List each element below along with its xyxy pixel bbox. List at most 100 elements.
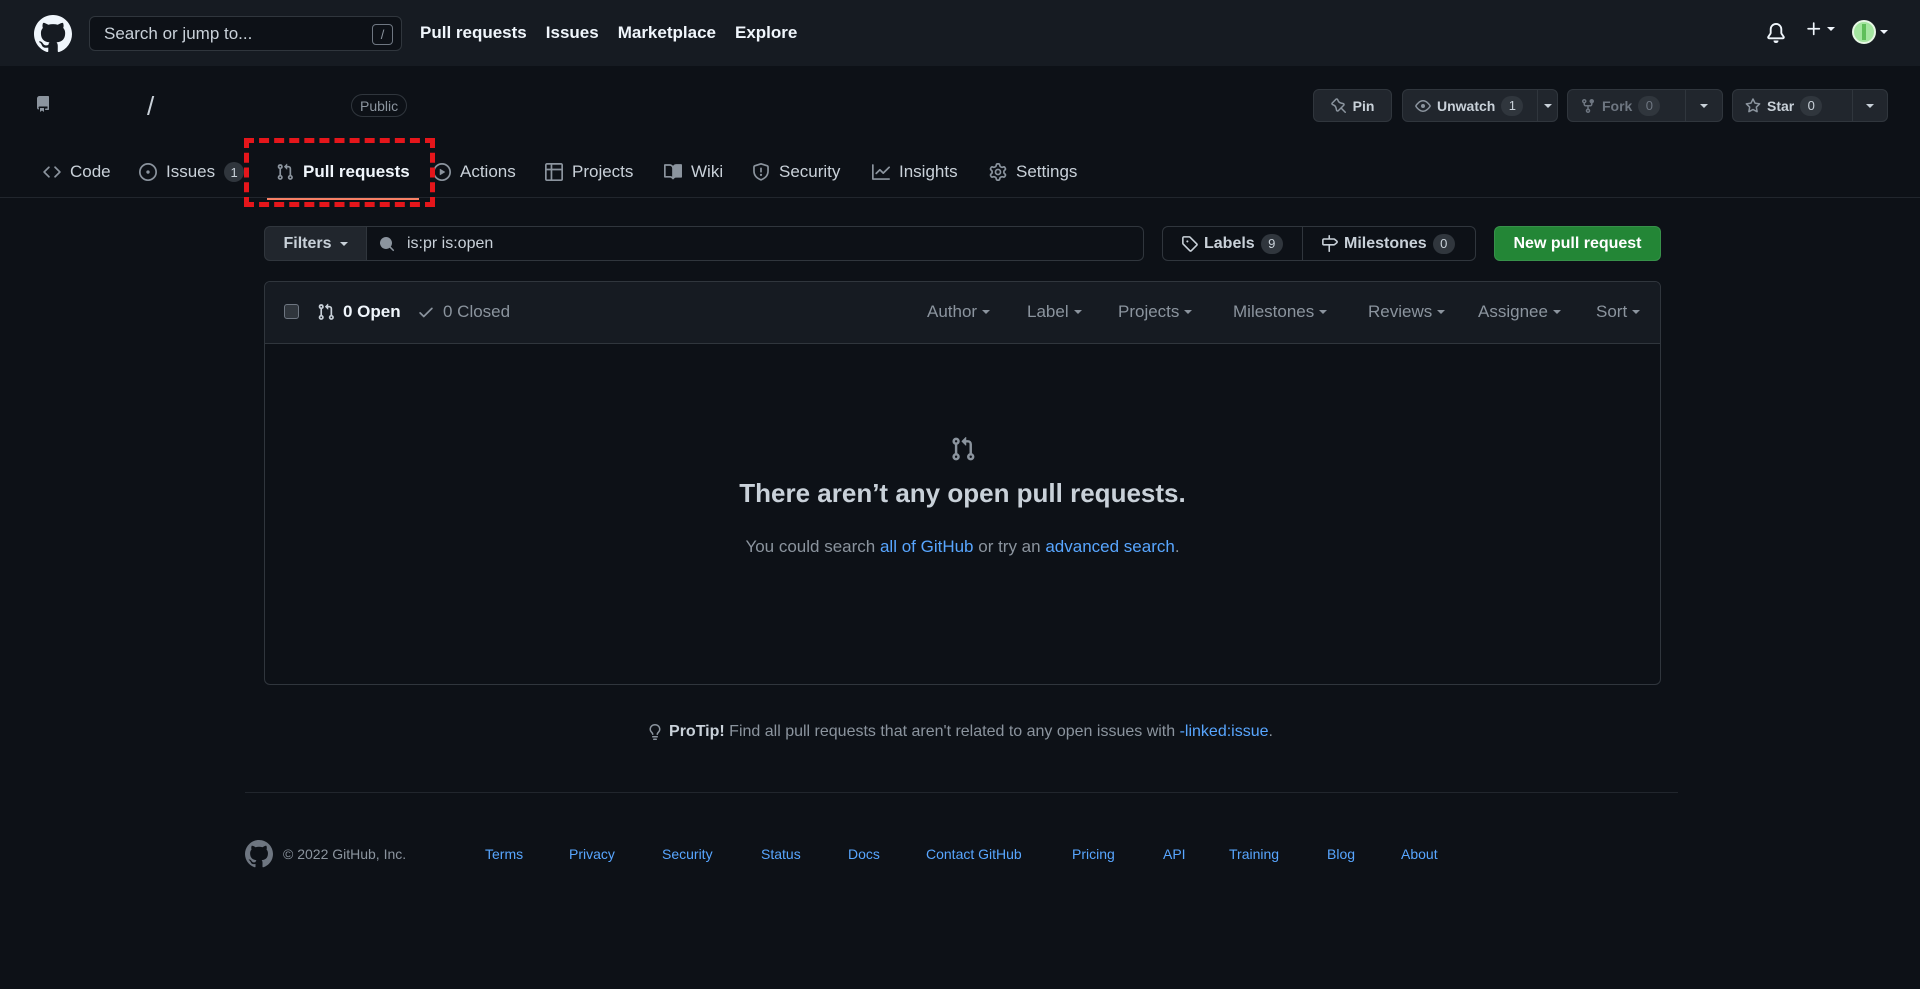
tab-wiki[interactable]: Wiki bbox=[664, 146, 723, 198]
global-search-input[interactable]: Search or jump to... / bbox=[89, 16, 402, 51]
projects-filter-label: Projects bbox=[1118, 302, 1180, 321]
tab-settings[interactable]: Settings bbox=[989, 146, 1077, 198]
closed-filter-link[interactable]: 0 Closed bbox=[417, 302, 510, 322]
tab-insights[interactable]: Insights bbox=[872, 146, 958, 198]
fork-options-button[interactable] bbox=[1685, 89, 1723, 122]
footer-link-docs[interactable]: Docs bbox=[848, 846, 880, 862]
labels-milestones-group: Labels 9 Milestones 0 bbox=[1162, 226, 1476, 261]
search-all-github-link[interactable]: all of GitHub bbox=[880, 537, 974, 556]
footer-link-pricing[interactable]: Pricing bbox=[1072, 846, 1115, 862]
tab-actions-label: Actions bbox=[460, 162, 516, 181]
projects-filter[interactable]: Projects bbox=[1118, 302, 1193, 322]
footer-link-api[interactable]: API bbox=[1163, 846, 1186, 862]
chevron-down-icon bbox=[982, 310, 991, 314]
tag-icon bbox=[1182, 236, 1198, 252]
avatar bbox=[1852, 20, 1876, 44]
milestones-filter-label: Milestones bbox=[1233, 302, 1315, 321]
tab-code-label: Code bbox=[70, 162, 111, 181]
star-button[interactable]: Star 0 bbox=[1732, 89, 1853, 122]
visibility-badge: Public bbox=[351, 94, 408, 117]
watch-options-button[interactable] bbox=[1537, 89, 1558, 122]
filter-search-input[interactable]: is:pr is:open bbox=[367, 226, 1144, 261]
global-nav-explore[interactable]: Explore bbox=[735, 23, 797, 43]
pin-button[interactable]: Pin bbox=[1313, 89, 1392, 122]
watch-count: 1 bbox=[1501, 95, 1524, 116]
linked-issue-link[interactable]: -linked:issue bbox=[1180, 723, 1269, 740]
tab-issues[interactable]: Issues 1 bbox=[139, 146, 245, 198]
unwatch-label: Unwatch bbox=[1437, 97, 1496, 114]
milestones-button[interactable]: Milestones 0 bbox=[1303, 226, 1476, 261]
chevron-down-icon bbox=[1073, 310, 1082, 314]
footer-link-contact[interactable]: Contact GitHub bbox=[926, 846, 1022, 862]
light-bulb-icon bbox=[649, 724, 661, 740]
search-shortcut-key: / bbox=[372, 24, 393, 45]
footer-link-security[interactable]: Security bbox=[662, 846, 713, 862]
filters-dropdown-button[interactable]: Filters bbox=[264, 226, 367, 261]
github-logo-icon[interactable] bbox=[34, 15, 72, 53]
star-icon bbox=[1745, 97, 1761, 112]
tab-pull-requests[interactable]: Pull requests bbox=[267, 146, 419, 200]
footer-link-privacy[interactable]: Privacy bbox=[569, 846, 615, 862]
shield-icon bbox=[753, 163, 769, 181]
tab-actions[interactable]: Actions bbox=[433, 146, 516, 198]
open-filter-link[interactable]: 0 Open bbox=[317, 302, 401, 322]
github-footer-logo-icon[interactable] bbox=[245, 840, 273, 868]
labels-button[interactable]: Labels 9 bbox=[1162, 226, 1303, 261]
empty-state-title: There aren’t any open pull requests. bbox=[739, 478, 1186, 508]
author-filter-label: Author bbox=[927, 302, 978, 321]
chevron-down-icon bbox=[1437, 310, 1446, 314]
fork-button[interactable]: Fork 0 bbox=[1567, 89, 1686, 122]
unwatch-button[interactable]: Unwatch 1 bbox=[1402, 89, 1538, 122]
check-icon bbox=[419, 307, 433, 318]
global-nav-issues[interactable]: Issues bbox=[546, 23, 599, 43]
empty-text-part: or try an bbox=[973, 537, 1046, 556]
eye-icon bbox=[1415, 99, 1431, 112]
code-icon bbox=[43, 166, 61, 178]
milestones-count: 0 bbox=[1432, 233, 1455, 254]
tab-insights-label: Insights bbox=[899, 162, 958, 181]
user-menu[interactable] bbox=[1852, 20, 1888, 44]
chevron-down-icon bbox=[1632, 310, 1641, 314]
protip-end: . bbox=[1268, 723, 1273, 740]
tab-security[interactable]: Security bbox=[752, 146, 840, 198]
search-placeholder: Search or jump to... bbox=[104, 23, 253, 43]
star-options-button[interactable] bbox=[1852, 89, 1888, 122]
sort-filter[interactable]: Sort bbox=[1596, 302, 1641, 322]
select-all-checkbox[interactable] bbox=[284, 304, 299, 319]
milestone-icon bbox=[1322, 235, 1338, 252]
labels-count: 9 bbox=[1260, 233, 1283, 254]
fork-icon bbox=[1582, 98, 1594, 113]
star-count: 0 bbox=[1800, 95, 1823, 116]
new-pull-request-button[interactable]: New pull request bbox=[1494, 226, 1661, 261]
repo-icon bbox=[35, 96, 51, 112]
footer-copyright: © 2022 GitHub, Inc. bbox=[283, 846, 407, 862]
plus-icon bbox=[1807, 22, 1821, 36]
fork-label: Fork bbox=[1602, 97, 1633, 114]
empty-state: There aren’t any open pull requests. You… bbox=[265, 344, 1660, 684]
label-filter[interactable]: Label bbox=[1027, 302, 1082, 322]
reviews-filter[interactable]: Reviews bbox=[1368, 302, 1446, 322]
pin-label: Pin bbox=[1352, 97, 1375, 114]
footer-link-status[interactable]: Status bbox=[761, 846, 801, 862]
tab-code[interactable]: Code bbox=[43, 146, 111, 198]
milestones-filter[interactable]: Milestones bbox=[1233, 302, 1328, 322]
tab-security-label: Security bbox=[779, 162, 841, 181]
assignee-filter[interactable]: Assignee bbox=[1478, 302, 1561, 322]
footer-link-about[interactable]: About bbox=[1401, 846, 1438, 862]
play-icon bbox=[433, 163, 451, 181]
pull-request-list: 0 Open 0 Closed Author Label Projects Mi… bbox=[264, 281, 1661, 685]
footer-link-blog[interactable]: Blog bbox=[1327, 846, 1355, 862]
tab-projects[interactable]: Projects bbox=[545, 146, 633, 198]
footer-link-training[interactable]: Training bbox=[1229, 846, 1279, 862]
global-nav-marketplace[interactable]: Marketplace bbox=[618, 23, 716, 43]
global-nav-pull-requests[interactable]: Pull requests bbox=[420, 23, 527, 43]
protip-text: ProTip! Find all pull requests that aren… bbox=[669, 723, 1273, 741]
notifications-bell-icon[interactable] bbox=[1766, 23, 1786, 43]
issues-counter: 1 bbox=[224, 162, 245, 182]
graph-icon bbox=[872, 164, 890, 180]
advanced-search-link[interactable]: advanced search bbox=[1045, 537, 1174, 556]
create-new-menu[interactable] bbox=[1805, 20, 1835, 38]
global-nav: Pull requests Issues Marketplace Explore bbox=[420, 0, 797, 66]
author-filter[interactable]: Author bbox=[927, 302, 991, 322]
footer-link-terms[interactable]: Terms bbox=[485, 846, 523, 862]
